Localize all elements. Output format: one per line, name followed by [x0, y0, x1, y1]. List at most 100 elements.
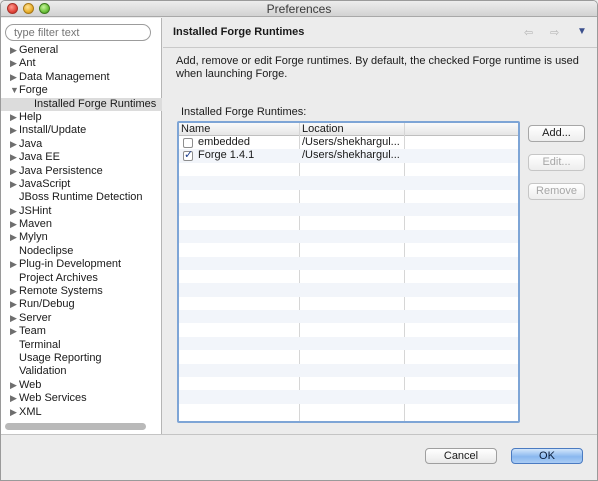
tree-item[interactable]: ▶ Server	[1, 312, 162, 325]
edit-button[interactable]: Edit...	[528, 154, 585, 171]
preferences-window: Preferences ▶General▶Ant▶Data Management…	[0, 0, 598, 481]
tree-item[interactable]: ▶ Ant	[1, 57, 162, 70]
tree-item-label: Data Management	[19, 70, 110, 83]
runtimes-table: Name Location embedded/Users/shekhargul.…	[177, 121, 520, 423]
tree-item[interactable]: Nodeclipse	[1, 245, 162, 258]
tree-item-label: Run/Debug	[19, 298, 75, 311]
tree-item-label: Maven	[19, 218, 53, 231]
expanded-arrow-icon[interactable]: ▼	[10, 84, 19, 97]
tree-item-label: Nodeclipse	[19, 244, 74, 257]
collapsed-arrow-icon[interactable]: ▶	[10, 285, 18, 298]
table-row	[179, 404, 518, 417]
tree-item-label: JBoss Runtime Detection	[19, 191, 143, 204]
forward-arrow-icon[interactable]: ⇨	[550, 26, 559, 39]
tree-item[interactable]: ▶ General	[1, 44, 162, 57]
table-row	[179, 283, 518, 297]
filter-input[interactable]	[5, 24, 151, 41]
table-row	[179, 229, 518, 244]
runtime-name-cell: Forge 1.4.1	[198, 149, 255, 162]
tree-item[interactable]: ▶ Remote Systems	[1, 285, 162, 298]
tree-item[interactable]: ▶ Plug-in Development	[1, 258, 162, 271]
collapsed-arrow-icon[interactable]: ▶	[10, 231, 18, 244]
tree-item[interactable]: ▶ Java EE	[1, 151, 162, 164]
tree-item[interactable]: ▶ Mylyn	[1, 231, 162, 244]
horizontal-scrollbar[interactable]	[5, 423, 146, 430]
collapsed-arrow-icon[interactable]: ▶	[10, 298, 18, 311]
tree-item[interactable]: ▶ Install/Update	[1, 124, 162, 137]
tree-item[interactable]: ▶ Data Management	[1, 71, 162, 84]
tree-item[interactable]: Terminal	[1, 339, 162, 352]
collapsed-arrow-icon[interactable]: ▶	[10, 379, 18, 392]
collapsed-arrow-icon[interactable]: ▶	[10, 392, 18, 405]
tree-item[interactable]: Project Archives	[1, 272, 162, 285]
preference-page: Installed Forge Runtimes ⇦ ⇨ ▼ Add, remo…	[163, 18, 597, 434]
collapsed-arrow-icon[interactable]: ▶	[10, 44, 18, 57]
table-header: Name Location	[179, 123, 518, 136]
remove-button[interactable]: Remove	[528, 183, 585, 200]
collapsed-arrow-icon[interactable]: ▶	[10, 165, 18, 178]
tree-item-label: Forge	[19, 84, 48, 97]
table-row	[179, 310, 518, 324]
ok-button[interactable]: OK	[511, 448, 583, 464]
tree-item[interactable]: Usage Reporting	[1, 352, 162, 365]
table-row[interactable]: embedded/Users/shekhargul...	[179, 136, 518, 149]
tree-item[interactable]: ▶ Web Services	[1, 392, 162, 405]
collapsed-arrow-icon[interactable]: ▶	[10, 325, 18, 338]
tree-item-label: Server	[19, 311, 52, 324]
table-row	[179, 350, 518, 363]
tree-item-label: Usage Reporting	[19, 351, 102, 364]
runtime-location-cell: /Users/shekhargul...	[302, 136, 400, 148]
column-header-name[interactable]: Name	[181, 123, 210, 136]
tree-item[interactable]: JBoss Runtime Detection	[1, 191, 162, 204]
tree-item[interactable]: ▶ XML	[1, 406, 162, 419]
tree-item[interactable]: ▶ Maven	[1, 218, 162, 231]
tree-item[interactable]: Installed Forge Runtimes	[1, 97, 162, 111]
view-menu-icon[interactable]: ▼	[577, 26, 587, 37]
tree-item[interactable]: ▶ JavaScript	[1, 178, 162, 191]
page-title: Installed Forge Runtimes	[173, 26, 305, 38]
tree-item-label: General	[19, 44, 59, 56]
tree-item-label: Installed Forge Runtimes	[34, 97, 157, 110]
table-row[interactable]: Forge 1.4.1/Users/shekhargul...	[179, 149, 518, 163]
collapsed-arrow-icon[interactable]: ▶	[10, 138, 18, 151]
collapsed-arrow-icon[interactable]: ▶	[10, 205, 18, 218]
collapsed-arrow-icon[interactable]: ▶	[10, 124, 18, 137]
tree-item[interactable]: ▶ Run/Debug	[1, 298, 162, 311]
row-checkbox[interactable]	[183, 138, 193, 148]
table-row	[179, 202, 518, 217]
table-row	[179, 390, 518, 404]
tree-item-label: Ant	[19, 57, 36, 70]
tree-item[interactable]: ▶ Team	[1, 325, 162, 338]
tree-item-label: Project Archives	[19, 271, 98, 284]
back-arrow-icon[interactable]: ⇦	[524, 26, 533, 39]
collapsed-arrow-icon[interactable]: ▶	[10, 258, 18, 271]
tree-item-label: Java EE	[19, 151, 60, 164]
collapsed-arrow-icon[interactable]: ▶	[10, 312, 18, 325]
tree-item[interactable]: ▼ Forge	[1, 84, 162, 97]
add-button[interactable]: Add...	[528, 125, 585, 142]
tree-item[interactable]: ▶ Web	[1, 379, 162, 392]
tree-item-label: Install/Update	[19, 124, 87, 137]
row-checkbox[interactable]	[183, 149, 193, 163]
collapsed-arrow-icon[interactable]: ▶	[10, 71, 18, 84]
runtimes-table-label: Installed Forge Runtimes:	[181, 106, 307, 118]
tree-item-label: Java Persistence	[19, 164, 103, 177]
table-rows: embedded/Users/shekhargul...Forge 1.4.1/…	[179, 136, 518, 417]
tree-item-label: JSHint	[19, 204, 52, 217]
collapsed-arrow-icon[interactable]: ▶	[10, 178, 18, 191]
collapsed-arrow-icon[interactable]: ▶	[10, 218, 18, 231]
collapsed-arrow-icon[interactable]: ▶	[10, 151, 18, 164]
tree-item[interactable]: Validation	[1, 365, 162, 378]
collapsed-arrow-icon[interactable]: ▶	[10, 111, 18, 124]
preferences-tree: ▶ General ▶ Ant ▶ Data Management ▼ Forge Instal…	[1, 44, 162, 419]
column-header-location[interactable]: Location	[302, 123, 344, 136]
runtime-location-cell: /Users/shekhargul...	[302, 149, 400, 162]
tree-item[interactable]: ▶ JSHint	[1, 205, 162, 218]
tree-item[interactable]: ▶ Help	[1, 111, 162, 124]
tree-item[interactable]: ▶ Java	[1, 138, 162, 151]
collapsed-arrow-icon[interactable]: ▶	[10, 406, 18, 419]
cancel-button[interactable]: Cancel	[425, 448, 497, 464]
tree-item-label: Remote Systems	[19, 285, 103, 298]
tree-item[interactable]: ▶ Java Persistence	[1, 165, 162, 178]
collapsed-arrow-icon[interactable]: ▶	[10, 57, 18, 70]
